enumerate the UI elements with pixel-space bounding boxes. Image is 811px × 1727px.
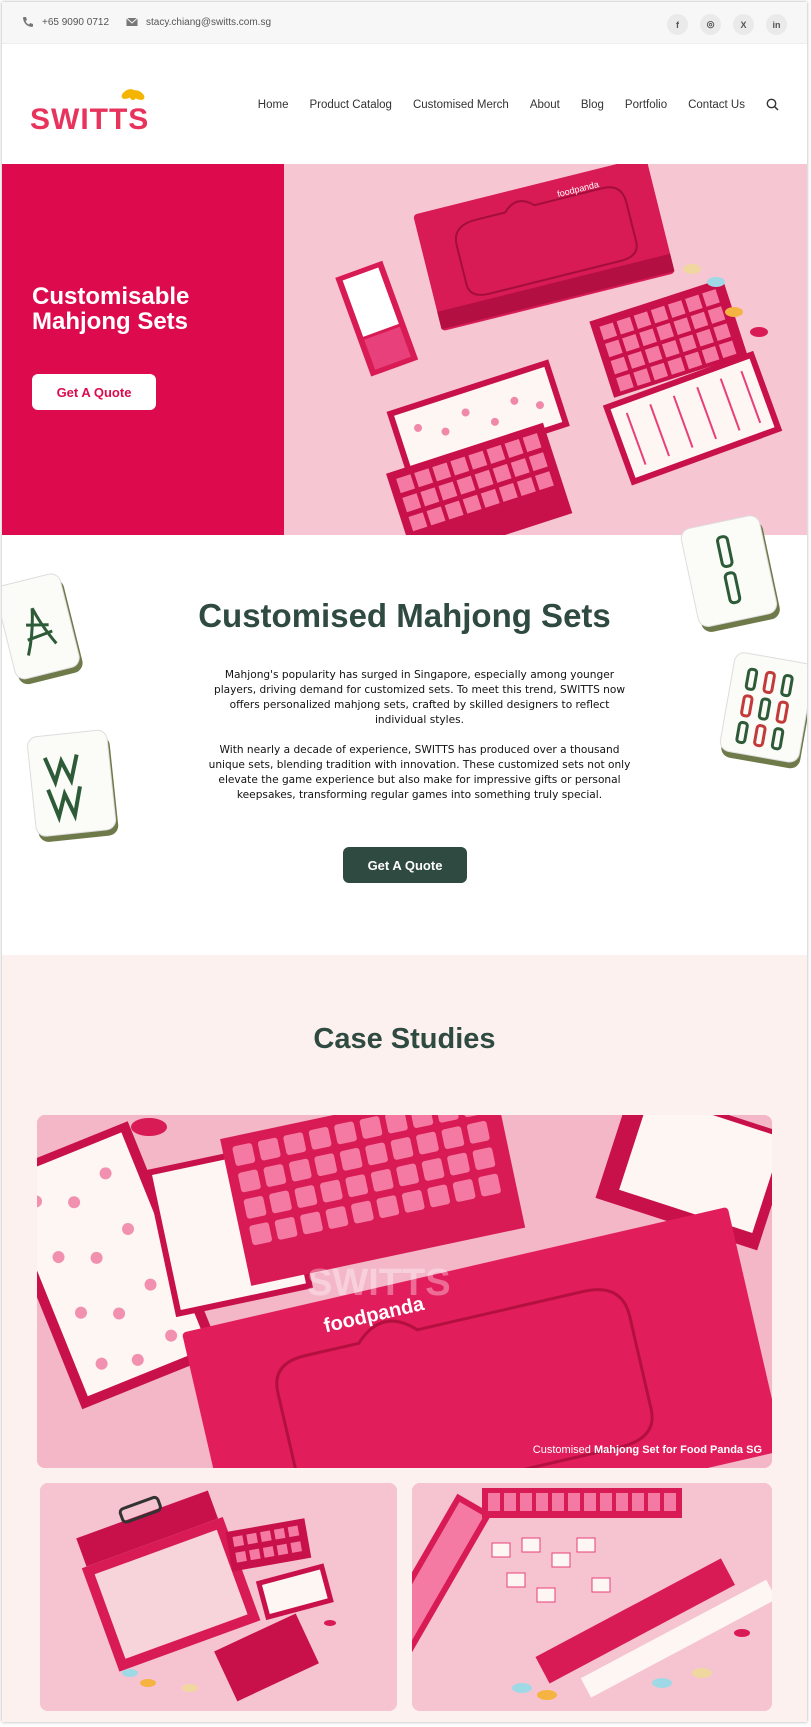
- site-header: SWITTS Home Product Catalog Customised M…: [2, 44, 807, 164]
- foodpanda-set-illustration: foodpanda SWITTS: [37, 1115, 772, 1468]
- main-nav: Home Product Catalog Customised Merch Ab…: [258, 98, 779, 111]
- case-study-photo-briefcase[interactable]: [40, 1483, 397, 1711]
- search-icon[interactable]: [766, 98, 779, 111]
- x-twitter-icon[interactable]: X: [733, 14, 754, 35]
- intro-get-quote-button[interactable]: Get A Quote: [343, 847, 467, 883]
- caption-bold: Mahjong Set for Food Panda SG: [593, 1444, 762, 1456]
- hero-section: Customisable Mahjong Sets Get A Quote fo…: [2, 164, 807, 535]
- social-links: f ◎ X in: [667, 14, 787, 35]
- page: +65 9090 0712 stacy.chiang@switts.com.sg…: [2, 2, 807, 1722]
- nav-contact-us[interactable]: Contact Us: [688, 99, 745, 111]
- hero-image: foodpanda: [284, 164, 807, 535]
- switts-logo[interactable]: SWITTS: [30, 86, 160, 136]
- nav-product-catalog[interactable]: Product Catalog: [309, 99, 391, 111]
- linkedin-icon[interactable]: in: [766, 14, 787, 35]
- nav-home[interactable]: Home: [258, 99, 289, 111]
- main-photo-caption: Customised Mahjong Set for Food Panda SG: [533, 1444, 762, 1456]
- hero-title: Customisable Mahjong Sets: [32, 283, 190, 335]
- hero-get-quote-button[interactable]: Get A Quote: [32, 374, 156, 410]
- email-contact[interactable]: stacy.chiang@switts.com.sg: [126, 16, 271, 28]
- intro-section: Customised Mahjong Sets Mahjong's popula…: [2, 515, 807, 955]
- intro-title: Customised Mahjong Sets: [198, 597, 611, 634]
- instagram-icon[interactable]: ◎: [700, 14, 721, 35]
- phone-icon: [23, 17, 33, 27]
- case-studies-title: Case Studies: [313, 1023, 496, 1055]
- intro-paragraph-1: Mahjong's popularity has surged in Singa…: [213, 669, 626, 726]
- watermark-text: SWITTS: [307, 1262, 451, 1304]
- top-bar: +65 9090 0712 stacy.chiang@switts.com.sg…: [2, 2, 807, 44]
- nav-customised-merch[interactable]: Customised Merch: [413, 99, 509, 111]
- nav-blog[interactable]: Blog: [581, 99, 604, 111]
- facebook-icon[interactable]: f: [667, 14, 688, 35]
- email-address: stacy.chiang@switts.com.sg: [146, 16, 272, 28]
- nav-about[interactable]: About: [530, 99, 560, 111]
- hero-panel: Customisable Mahjong Sets Get A Quote: [2, 164, 284, 535]
- phone-number: +65 9090 0712: [42, 16, 110, 28]
- mahjong-set-illustration: foodpanda: [284, 164, 807, 535]
- intro-paragraph-2: With nearly a decade of experience, SWIT…: [208, 744, 631, 801]
- nav-portfolio[interactable]: Portfolio: [625, 99, 667, 111]
- nine-bamboo-tile-image: [719, 652, 807, 769]
- tile-racks-illustration: [412, 1483, 772, 1711]
- case-study-main-photo[interactable]: foodpanda SWITTS Customised Mahjong Set …: [37, 1115, 772, 1468]
- briefcase-set-illustration: [40, 1483, 397, 1711]
- caption-prefix: Customised: [532, 1444, 591, 1456]
- case-studies-section: Case Studies foodpanda SWITTS Customised…: [2, 955, 807, 1722]
- phone-contact[interactable]: +65 9090 0712: [22, 16, 109, 28]
- wan-tile-image: [27, 729, 119, 842]
- case-study-photo-tiles[interactable]: [412, 1483, 772, 1711]
- logo-text: SWITTS: [30, 103, 149, 136]
- mail-icon: [126, 17, 138, 26]
